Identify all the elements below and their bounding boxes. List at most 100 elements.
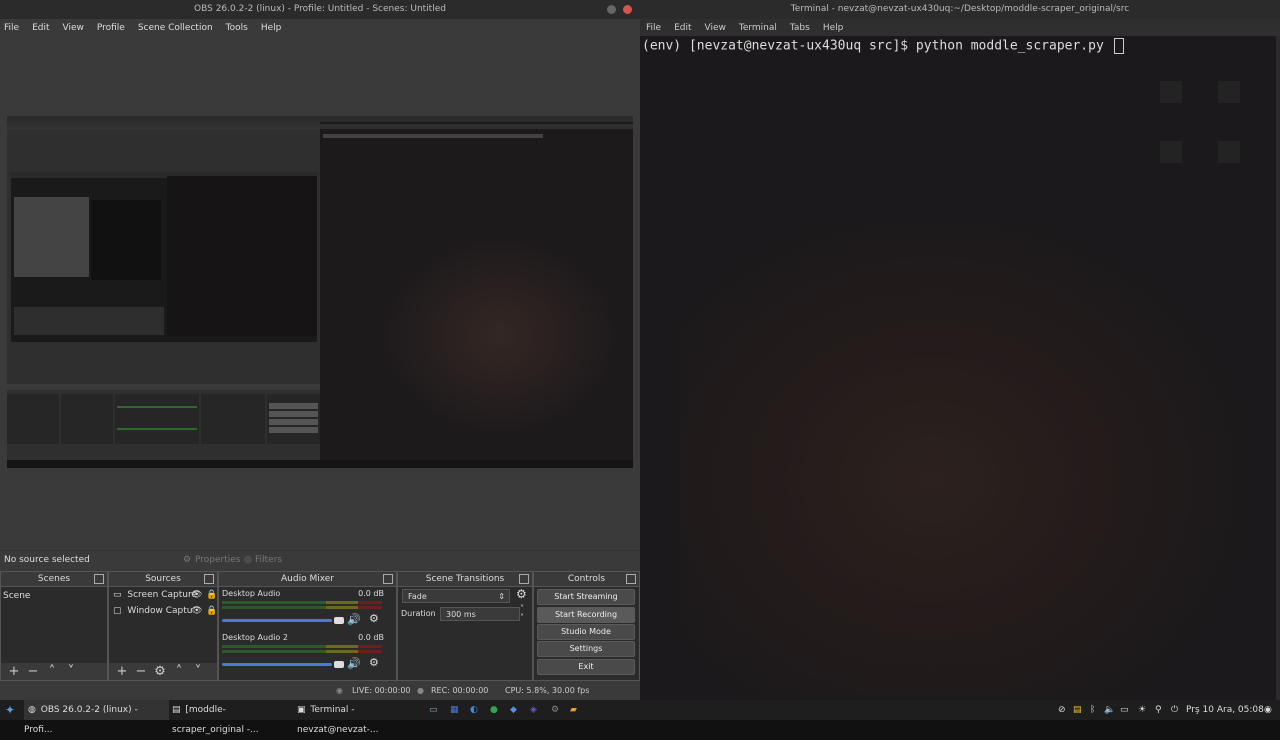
add-icon[interactable]: +: [8, 664, 20, 679]
undock-icon[interactable]: [383, 574, 393, 584]
spotify-icon[interactable]: ●: [490, 700, 498, 720]
nested-taskbar: [7, 460, 633, 468]
gear-icon[interactable]: ⚙: [369, 612, 379, 625]
studio-mode-button[interactable]: Studio Mode: [537, 624, 635, 640]
task-terminal[interactable]: ▣ Terminal - nevzat@nevzat-...: [297, 700, 425, 735]
window-icon: ▢: [113, 606, 122, 616]
tray-app-icon[interactable]: ◉: [1264, 700, 1272, 720]
settings-button[interactable]: Settings: [537, 641, 635, 657]
menu-file[interactable]: File: [646, 23, 661, 33]
undock-icon[interactable]: [626, 574, 636, 584]
duration-spinbox[interactable]: 300 ms: [440, 607, 520, 621]
volume-slider[interactable]: [222, 619, 332, 622]
task-obs[interactable]: ◍ OBS 26.0.2-2 (linux) - Profi...: [24, 700, 169, 735]
speaker-icon[interactable]: 🔊: [347, 657, 361, 670]
exit-button[interactable]: Exit: [537, 659, 635, 675]
obs-icon: ◍: [28, 705, 36, 715]
menu-scene-collection[interactable]: Scene Collection: [138, 23, 213, 33]
lock-icon[interactable]: 🔒: [206, 590, 217, 600]
bluetooth-icon[interactable]: ᛒ: [1090, 700, 1095, 720]
menu-tabs[interactable]: Tabs: [790, 23, 810, 33]
start-recording-button[interactable]: Start Recording: [537, 607, 635, 623]
menu-view[interactable]: View: [63, 23, 84, 33]
slider-handle[interactable]: [334, 661, 344, 668]
filters-button[interactable]: Filters: [255, 551, 282, 570]
remove-icon[interactable]: −: [135, 664, 147, 679]
desktop-icon[interactable]: ▭: [429, 700, 438, 720]
menu-help[interactable]: Help: [261, 23, 282, 33]
add-icon[interactable]: +: [116, 664, 128, 679]
volume-slider[interactable]: [222, 663, 332, 666]
audio-mixer-dock: Audio Mixer Desktop Audio 0.0 dB 🔊 ⚙ Des…: [218, 571, 397, 681]
chevron-up-icon[interactable]: ˄: [520, 604, 524, 613]
clock[interactable]: Prş 10 Ara, 05:08: [1186, 700, 1264, 720]
browser-icon[interactable]: ◐: [470, 700, 478, 720]
undock-icon[interactable]: [204, 574, 214, 584]
duration-value: 300 ms: [446, 610, 476, 619]
start-streaming-button[interactable]: Start Streaming: [537, 589, 635, 605]
chevron-down-icon: ⇕: [498, 592, 505, 601]
brightness-icon[interactable]: ☀: [1138, 700, 1146, 720]
menu-file[interactable]: File: [4, 23, 19, 33]
eye-icon[interactable]: 👁: [191, 590, 202, 600]
settings-app-icon[interactable]: ⚙: [551, 700, 559, 720]
move-down-icon[interactable]: ˅: [192, 664, 204, 679]
eye-icon[interactable]: 👁: [191, 606, 202, 616]
tray-icon[interactable]: ⊘: [1058, 700, 1066, 720]
power-icon[interactable]: ⏻: [1171, 700, 1178, 720]
channel-name: Desktop Audio: [222, 589, 281, 598]
gear-icon[interactable]: ⚙: [516, 587, 527, 601]
chat-icon[interactable]: ◆: [510, 700, 517, 720]
menu-view[interactable]: View: [705, 23, 726, 33]
scene-transitions-dock: Scene Transitions Fade ⇕ ⚙ Duration 300 …: [397, 571, 533, 681]
menu-profile[interactable]: Profile: [97, 23, 125, 33]
undock-icon[interactable]: [94, 574, 104, 584]
menu-edit[interactable]: Edit: [32, 23, 49, 33]
editor-icon[interactable]: ▰: [570, 700, 577, 720]
volume-icon[interactable]: 🔈: [1104, 700, 1115, 720]
gear-icon[interactable]: ⚙: [369, 656, 379, 669]
sources-dock: Sources ▭ Screen Capture 👁 🔒 ▢ Window Ca…: [108, 571, 218, 681]
close-icon[interactable]: [623, 5, 632, 14]
move-up-icon[interactable]: ˄: [173, 664, 185, 679]
chevron-down-icon[interactable]: ˅: [520, 613, 524, 622]
task-label: [moddle-scraper_original -...: [172, 705, 259, 735]
source-item-window[interactable]: ▢ Window Captu 👁 🔒: [113, 606, 217, 616]
undock-icon[interactable]: [519, 574, 529, 584]
transition-select[interactable]: Fade ⇕: [402, 589, 510, 603]
remove-icon[interactable]: −: [27, 664, 39, 679]
gear-icon: ⚙: [183, 555, 192, 565]
minimize-icon[interactable]: [607, 5, 616, 14]
display-icon[interactable]: ▭: [1120, 700, 1129, 720]
source-label: Screen Capture: [127, 590, 197, 600]
notes-icon[interactable]: ▤: [1073, 700, 1082, 720]
speaker-icon[interactable]: 🔊: [347, 613, 361, 626]
source-item-screen[interactable]: ▭ Screen Capture 👁 🔒: [113, 590, 217, 600]
obs-statusbar: ◉ LIVE: 00:00:00 ● REC: 00:00:00 CPU: 5.…: [0, 681, 640, 700]
controls-title: Controls: [567, 574, 606, 584]
channel-level: 0.0 dB: [358, 633, 384, 642]
scene-list-item[interactable]: Scene: [1, 587, 107, 605]
slider-handle[interactable]: [334, 617, 344, 624]
preview-canvas[interactable]: [7, 116, 633, 468]
app-icon[interactable]: ▦: [450, 700, 459, 720]
volume-meter: [222, 645, 382, 648]
task-file-manager[interactable]: ▤ [moddle-scraper_original -...: [172, 700, 294, 735]
properties-button[interactable]: Properties: [195, 551, 240, 570]
app-menu-icon[interactable]: ✦: [5, 700, 15, 720]
scenes-title: Scenes: [37, 574, 71, 584]
gear-icon[interactable]: ⚙: [154, 664, 166, 679]
network-icon[interactable]: ⚲: [1155, 700, 1162, 720]
menu-terminal[interactable]: Terminal: [739, 23, 777, 33]
terminal-screen[interactable]: (env) [nevzat@nevzat-ux430uq src]$ pytho…: [640, 36, 1276, 700]
nested-terminal-capture: [320, 116, 633, 460]
move-up-icon[interactable]: ˄: [46, 664, 58, 679]
move-down-icon[interactable]: ˅: [65, 664, 77, 679]
terminal-scrollbar[interactable]: [1276, 36, 1280, 700]
menu-edit[interactable]: Edit: [674, 23, 691, 33]
menu-tools[interactable]: Tools: [226, 23, 248, 33]
obs-titlebar: OBS 26.0.2-2 (linux) - Profile: Untitled…: [0, 0, 640, 19]
lock-icon[interactable]: 🔒: [206, 606, 217, 616]
teams-icon[interactable]: ◈: [530, 700, 537, 720]
menu-help[interactable]: Help: [823, 23, 844, 33]
